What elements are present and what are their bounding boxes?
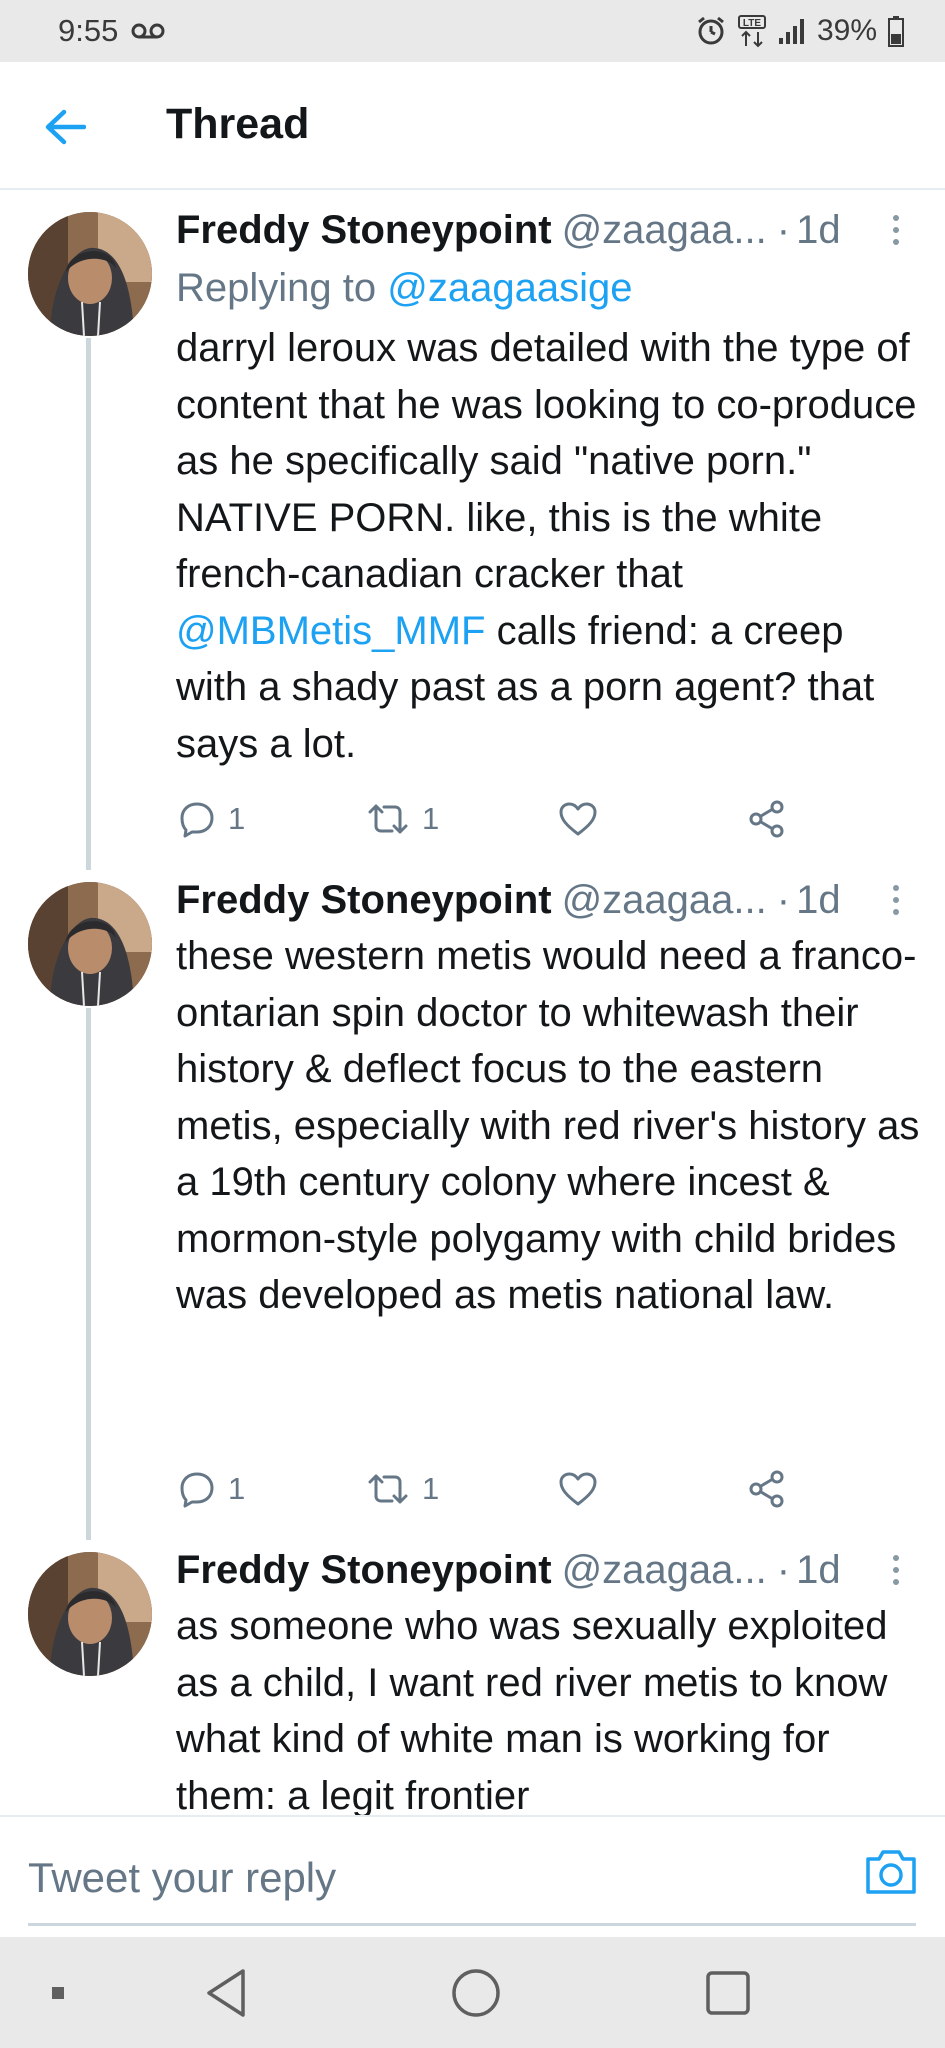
share-icon [749, 1470, 784, 1508]
tweet-thread[interactable]: Freddy Stoneypoint @zaagaa... · 1d Reply… [0, 190, 945, 1815]
reply-input[interactable] [28, 1841, 888, 1915]
back-button[interactable] [40, 102, 90, 152]
dot-icon [893, 885, 899, 891]
dot-icon [893, 909, 899, 915]
avatar[interactable] [28, 882, 152, 1006]
thread-connector-line [86, 338, 91, 870]
separator: · [776, 877, 791, 922]
nav-overview-button[interactable] [696, 1961, 760, 2025]
status-right: LTE 39% [695, 14, 905, 48]
tweet-text: as someone who was sexually exploited as… [176, 1604, 888, 1815]
thread-connector-line [86, 1008, 91, 1540]
author-name[interactable]: Freddy Stoneypoint [176, 1548, 552, 1593]
system-nav-bar [0, 1937, 945, 2048]
battery-percent: 39% [816, 14, 877, 47]
separator: · [776, 207, 791, 252]
dot-icon [893, 897, 899, 903]
tweet-text: darryl leroux was detailed with the type… [176, 320, 921, 772]
tweet-3[interactable]: Freddy Stoneypoint @zaagaa... · 1d as so… [0, 1540, 945, 1815]
author-name[interactable]: Freddy Stoneypoint [176, 878, 552, 923]
dot-icon [893, 227, 899, 233]
nav-home-button[interactable] [444, 1961, 508, 2025]
back-triangle-icon [207, 1969, 245, 2017]
author-handle[interactable]: @zaagaa... [562, 1548, 767, 1593]
dot-icon [893, 1567, 899, 1573]
tweet-header: Freddy Stoneypoint @zaagaa... · 1d [176, 204, 925, 256]
tweet-actions: 1 1 [176, 1464, 816, 1514]
status-left: 9:55 [58, 13, 166, 49]
reply-button[interactable]: 1 [178, 1464, 245, 1514]
replying-to-link[interactable]: @zaagaasige [387, 266, 632, 310]
lte-icon: LTE [737, 14, 767, 48]
camera-icon [866, 1850, 916, 1894]
page-title: Thread [166, 100, 310, 148]
signal-icon [777, 16, 807, 46]
reply-input-underline [28, 1923, 916, 1926]
status-bar: 9:55 LTE 39% [0, 0, 945, 62]
tweet-time[interactable]: 1d [796, 878, 841, 923]
more-options-button[interactable] [881, 208, 911, 252]
retweet-button[interactable]: 1 [366, 1464, 439, 1514]
battery-icon [887, 15, 905, 47]
tweet-text: these western metis would need a franco-… [176, 934, 920, 1317]
reply-button[interactable]: 1 [178, 794, 245, 844]
tweet-time[interactable]: 1d [796, 208, 841, 253]
more-options-button[interactable] [881, 1548, 911, 1592]
retweet-count: 1 [422, 1471, 440, 1506]
camera-button[interactable] [864, 1847, 918, 1897]
tweet-1[interactable]: Freddy Stoneypoint @zaagaa... · 1d Reply… [0, 190, 945, 870]
recent-apps-dot-button[interactable] [26, 1961, 90, 2025]
tweet-text-part: darryl leroux was detailed with the type… [176, 326, 917, 596]
dot-icon [893, 1579, 899, 1585]
like-button[interactable] [558, 1464, 598, 1514]
overview-square-icon [706, 1971, 750, 2015]
reply-icon [180, 802, 214, 838]
retweet-button[interactable]: 1 [366, 794, 439, 844]
reply-count: 1 [228, 1471, 246, 1506]
voicemail-icon [130, 21, 166, 41]
nav-back-button[interactable] [194, 1961, 258, 2025]
retweet-count: 1 [422, 801, 440, 836]
mention-link[interactable]: @MBMetis_MMF [176, 609, 486, 653]
replying-to: Replying to @zaagaasige [176, 266, 632, 311]
reply-icon [180, 1472, 214, 1508]
dot-icon [893, 1555, 899, 1561]
tweet-time[interactable]: 1d [796, 1548, 841, 1593]
reply-count: 1 [228, 801, 246, 836]
separator: · [776, 1547, 791, 1592]
tweet-2[interactable]: Freddy Stoneypoint @zaagaa... · 1d these… [0, 870, 945, 1540]
retweet-icon [368, 804, 408, 834]
heart-icon [559, 802, 597, 836]
like-button[interactable] [558, 794, 598, 844]
alarm-icon [695, 15, 727, 47]
share-icon [749, 800, 784, 838]
heart-icon [559, 1472, 597, 1506]
reply-bar [0, 1815, 945, 1937]
tweet-header: Freddy Stoneypoint @zaagaa... · 1d [176, 1544, 925, 1596]
retweet-icon [368, 1474, 408, 1504]
arrow-left-icon [45, 109, 86, 145]
share-button[interactable] [748, 794, 786, 844]
avatar[interactable] [28, 1552, 152, 1676]
recent-apps-dot-icon [52, 1987, 64, 1999]
more-options-button[interactable] [881, 878, 911, 922]
svg-text:LTE: LTE [743, 18, 761, 29]
avatar[interactable] [28, 212, 152, 336]
tweet-actions: 1 1 [176, 794, 816, 844]
dot-icon [893, 215, 899, 221]
tweet-header: Freddy Stoneypoint @zaagaa... · 1d [176, 874, 925, 926]
replying-to-label: Replying to [176, 266, 377, 310]
share-button[interactable] [748, 1464, 786, 1514]
status-time: 9:55 [58, 13, 119, 48]
author-handle[interactable]: @zaagaa... [562, 878, 767, 923]
home-circle-icon [452, 1969, 500, 2017]
header: Thread [0, 62, 945, 190]
dot-icon [893, 239, 899, 245]
author-name[interactable]: Freddy Stoneypoint [176, 208, 552, 253]
author-handle[interactable]: @zaagaa... [562, 208, 767, 253]
